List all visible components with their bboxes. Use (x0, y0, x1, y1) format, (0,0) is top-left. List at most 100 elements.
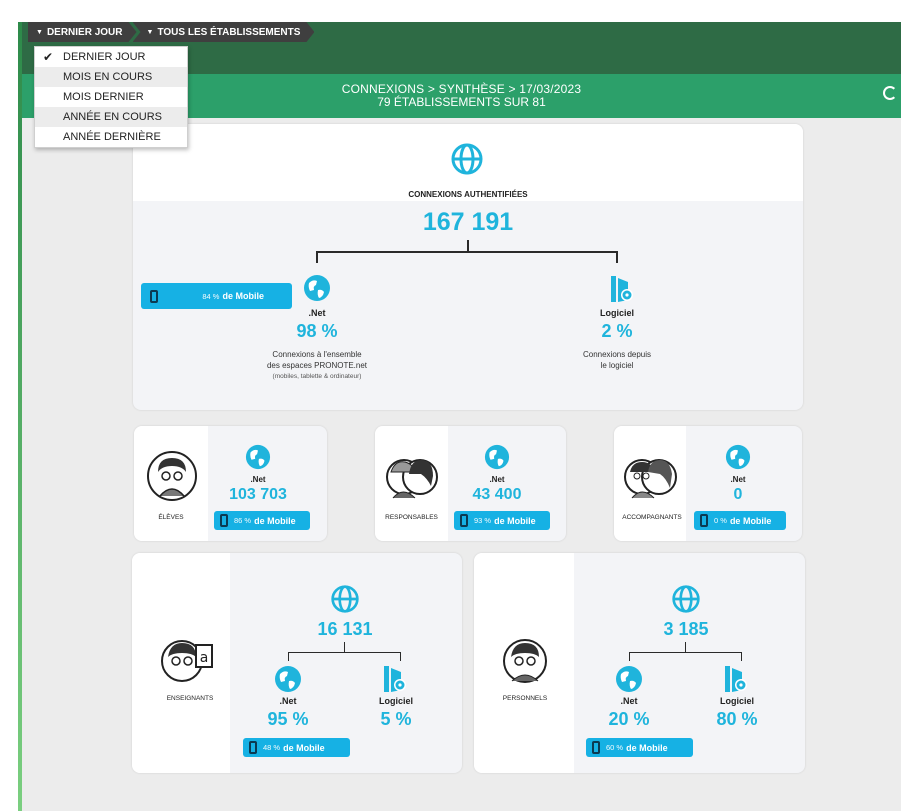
staff-logiciel-pct: 5 % (380, 709, 412, 729)
staff-avatar-icon (503, 639, 547, 683)
group-label: ACCOMPAGNANTS (622, 514, 682, 521)
breadcrumb-schools-label: TOUS LES ÉTABLISSEMENTS (157, 26, 301, 38)
group-net-name: .Net (489, 475, 505, 484)
mobile-pct: 48 % (263, 743, 281, 752)
group-label: RESPONSABLES (385, 514, 438, 521)
student-avatar-icon (147, 451, 197, 501)
group-label: ÉLÈVES (158, 514, 184, 521)
summary-logiciel-desc: Connexions depuis le logiciel (537, 349, 697, 371)
staff-net-name: .Net (620, 696, 638, 706)
tree-left (316, 251, 318, 263)
software-icon (725, 666, 747, 692)
dropdown-item-mois-en-cours[interactable]: MOIS EN COURS (35, 67, 187, 87)
period-dropdown: ✔ DERNIER JOUR MOIS EN COURS MOIS DERNIE… (34, 46, 188, 148)
summary-label: CONNEXIONS AUTHENTIFIÉES (408, 190, 528, 199)
caret-down-icon: ▼ (36, 28, 43, 36)
staff-net-pct: 95 % (267, 709, 309, 729)
earth-icon (484, 444, 510, 470)
tree-left (288, 652, 289, 661)
tree-bar (288, 652, 401, 653)
dropdown-item-label: DERNIER JOUR (63, 51, 146, 63)
mobile-label: de Mobile (494, 515, 536, 526)
summary-mobile-badge: 84 % de Mobile (141, 283, 292, 309)
staff-net-name: .Net (279, 696, 297, 706)
phone-icon (592, 741, 600, 754)
staff-total: 3 185 (663, 619, 709, 639)
caret-down-icon: ▼ (146, 28, 154, 36)
dropdown-item-label: MOIS EN COURS (63, 71, 153, 83)
staff-mobile-badge: 60 % de Mobile (586, 738, 693, 757)
phone-icon (150, 289, 158, 303)
earth-icon (275, 666, 301, 692)
tree-right (741, 652, 742, 661)
phone-icon (460, 514, 468, 527)
mobile-label: de Mobile (729, 515, 772, 526)
staff-total: 16 131 (317, 619, 373, 639)
summary-net-pct: 98 % (296, 321, 338, 341)
mobile-label: de Mobile (283, 742, 325, 753)
mobile-pct: 84 % (202, 291, 220, 301)
check-icon: ✔ (43, 50, 54, 64)
phone-icon (220, 514, 228, 527)
group-net-name: .Net (250, 475, 266, 484)
group-value: 0 (733, 486, 743, 503)
software-icon (384, 666, 406, 692)
phone-icon (249, 741, 257, 754)
software-icon (611, 276, 633, 302)
svg-text:a: a (200, 650, 209, 666)
tree-right (400, 652, 401, 661)
dropdown-item-dernier-jour[interactable]: ✔ DERNIER JOUR (35, 47, 187, 67)
breadcrumb-period[interactable]: ▼ DERNIER JOUR (28, 22, 137, 42)
dropdown-item-annee-en-cours[interactable]: ANNÉE EN COURS (35, 107, 187, 127)
group-mobile-badge: 0 % de Mobile (694, 511, 786, 530)
page: ▼ DERNIER JOUR ▼ TOUS LES ÉTABLISSEMENTS… (0, 0, 901, 811)
earth-icon (725, 444, 751, 470)
parents-avatar-icon (386, 459, 438, 499)
earth-icon (304, 275, 330, 301)
dropdown-item-mois-dernier[interactable]: MOIS DERNIER (35, 87, 187, 107)
summary-net-desc3: (mobiles, tablette & ordinateur) (272, 373, 362, 380)
refresh-icon[interactable] (883, 86, 897, 100)
summary-logiciel-name: Logiciel (599, 308, 634, 318)
summary-net-name: .Net (308, 308, 326, 318)
group-mobile-badge: 86 % de Mobile (214, 511, 310, 530)
breadcrumb-schools[interactable]: ▼ TOUS LES ÉTABLISSEMENTS (133, 22, 315, 42)
staff-card-enseignants: a ENSEIGNANTS 16 131 .Net 95 % Logiciel … (132, 553, 462, 773)
summary-card: CONNEXIONS AUTHENTIFIÉES 167 191 84 % de… (133, 124, 803, 410)
summary-total: 167 191 (422, 208, 514, 236)
staff-mobile-badge: 48 % de Mobile (243, 738, 350, 757)
summary-logiciel-desc1: Connexions depuis (582, 350, 652, 359)
phone-icon (700, 514, 708, 527)
staff-label: PERSONNELS (502, 695, 548, 702)
mobile-label: de Mobile (626, 742, 668, 753)
tree-right (616, 251, 618, 263)
breadcrumb-period-label: DERNIER JOUR (46, 26, 123, 38)
tree-stem (344, 642, 345, 652)
group-value: 103 703 (229, 486, 287, 503)
earth-icon (245, 444, 271, 470)
summary-logiciel-desc2: le logiciel (600, 361, 634, 370)
summary-net-desc2: des espaces PRONOTE.net (266, 361, 368, 370)
group-net-name: .Net (730, 475, 746, 484)
tree-left (629, 652, 630, 661)
dropdown-item-annee-derniere[interactable]: ANNÉE DERNIÈRE (35, 127, 187, 147)
dropdown-item-label: ANNÉE EN COURS (63, 111, 163, 123)
top-band (0, 0, 901, 22)
staff-label: ENSEIGNANTS (166, 695, 214, 702)
teacher-avatar-icon: a (161, 640, 213, 682)
group-card-accompagnants: ACCOMPAGNANTS .Net 0 0 % de Mobile (614, 426, 802, 541)
globe-icon (451, 143, 483, 175)
mobile-pct: 60 % (606, 743, 624, 752)
summary-logiciel-pct: 2 % (601, 321, 633, 341)
assistants-avatar-icon (624, 459, 677, 499)
mobile-pct: 86 % (234, 516, 252, 525)
tree-stem (685, 642, 686, 652)
mobile-pct: 93 % (474, 516, 492, 525)
summary-net-desc1: Connexions à l'ensemble (272, 350, 362, 359)
group-card-responsables: RESPONSABLES .Net 43 400 93 % de Mobile (375, 426, 566, 541)
dropdown-item-label: ANNÉE DERNIÈRE (63, 131, 161, 143)
staff-card-personnels: PERSONNELS 3 185 .Net 20 % Logiciel 80 %… (474, 553, 805, 773)
mobile-label: de Mobile (254, 515, 296, 526)
group-card-eleves: ÉLÈVES .Net 103 703 86 % de Mobile (134, 426, 327, 541)
dropdown-item-label: MOIS DERNIER (63, 91, 144, 103)
